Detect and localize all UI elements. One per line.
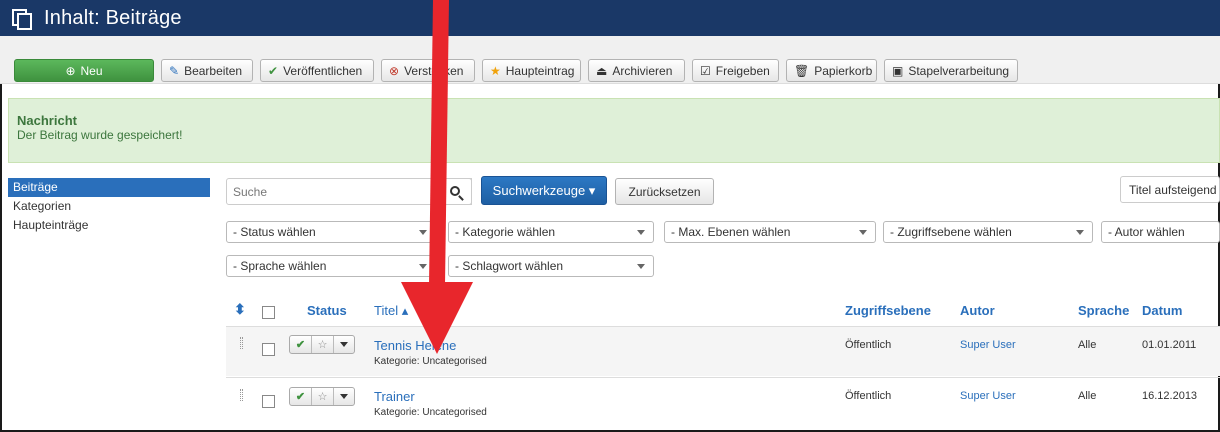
filter-language[interactable]: - Sprache wählen [226, 255, 436, 277]
chevron-down-icon [340, 342, 348, 347]
page-title: Inhalt: Beiträge [44, 6, 182, 29]
check-icon: ✔ [268, 63, 279, 78]
chevron-down-icon [859, 230, 867, 235]
cell-access: Öffentlich [845, 339, 892, 351]
chevron-down-icon [637, 264, 645, 269]
sort-select[interactable]: Titel aufsteigend [1120, 176, 1220, 203]
filter-access[interactable]: - Zugriffsebene wählen [883, 221, 1093, 243]
chevron-down-icon [1076, 230, 1084, 235]
trash-icon: 🗑 [794, 63, 810, 78]
edit-icon: ✎ [169, 63, 180, 78]
remove-circle-icon: ⊗ [389, 63, 400, 78]
column-status[interactable]: Status [307, 303, 347, 318]
page-header: Inhalt: Beiträge [0, 0, 1220, 36]
column-author[interactable]: Autor [960, 303, 995, 318]
article-category: Kategorie: Uncategorised [374, 356, 487, 367]
sidebar-item-categories[interactable]: Kategorien [8, 197, 210, 216]
batch-icon: ▣ [892, 63, 904, 78]
published-toggle[interactable]: ✔ [290, 336, 312, 353]
message-heading: Nachricht [17, 113, 77, 128]
chevron-down-icon [419, 264, 427, 269]
cell-language: Alle [1078, 339, 1097, 351]
column-date[interactable]: Datum [1142, 303, 1182, 318]
chevron-down-icon [340, 394, 348, 399]
article-category: Kategorie: Uncategorised [374, 407, 487, 418]
row-checkbox[interactable] [262, 395, 275, 408]
sort-ordering-icon[interactable]: ⬍ [234, 301, 246, 318]
cell-author-link[interactable]: Super User [960, 339, 1016, 351]
featured-toggle[interactable]: ☆ [312, 336, 334, 353]
column-language[interactable]: Sprache [1078, 303, 1129, 318]
status-dropdown-toggle[interactable] [334, 336, 354, 353]
reset-button[interactable]: Zurücksetzen [615, 178, 714, 205]
checkbox-icon: ☑ [700, 63, 711, 78]
archive-icon: ⏏ [596, 63, 608, 78]
featured-toggle[interactable]: ☆ [312, 388, 334, 405]
system-message: Nachricht Der Beitrag wurde gespeichert! [8, 98, 1220, 163]
status-toggle-group: ✔ ☆ [289, 335, 355, 354]
archive-button[interactable]: ⏏ Archivieren [588, 59, 685, 82]
annotation-arrow-head [401, 282, 473, 354]
search-tools-button[interactable]: Suchwerkzeuge ▾ [481, 176, 607, 205]
edit-button[interactable]: ✎ Bearbeiten [161, 59, 253, 82]
cell-date: 01.01.2011 [1142, 339, 1197, 351]
batch-button[interactable]: ▣ Stapelverarbeitung [884, 59, 1018, 82]
sidebar-item-featured[interactable]: Haupteinträge [8, 216, 210, 235]
filter-max-levels[interactable]: - Max. Ebenen wählen [664, 221, 876, 243]
published-toggle[interactable]: ✔ [290, 388, 312, 405]
cell-author-link[interactable]: Super User [960, 390, 1016, 402]
trash-button[interactable]: 🗑 Papierkorb [786, 59, 877, 82]
drag-handle-icon[interactable] [240, 337, 243, 349]
drag-handle-icon[interactable] [240, 389, 243, 401]
select-all-checkbox[interactable] [262, 306, 275, 319]
status-toggle-group: ✔ ☆ [289, 387, 355, 406]
cell-access: Öffentlich [845, 390, 892, 402]
message-text: Der Beitrag wurde gespeichert! [17, 128, 183, 142]
feature-button[interactable]: ★ Haupteintrag [482, 59, 581, 82]
publish-button[interactable]: ✔ Veröffentlichen [260, 59, 374, 82]
search-icon [450, 185, 460, 196]
filter-category[interactable]: - Kategorie wählen [448, 221, 654, 243]
filter-author[interactable]: - Autor wählen [1101, 221, 1220, 243]
cell-language: Alle [1078, 390, 1097, 402]
plus-circle-icon: ⊕ [65, 63, 76, 78]
article-title-link[interactable]: Trainer [374, 389, 415, 404]
filter-status[interactable]: - Status wählen [226, 221, 436, 243]
chevron-down-icon [419, 230, 427, 235]
row-checkbox[interactable] [262, 343, 275, 356]
cell-date: 16.12.2013 [1142, 390, 1198, 402]
checkin-button[interactable]: ☑ Freigeben [692, 59, 779, 82]
star-icon: ★ [490, 63, 501, 78]
column-access[interactable]: Zugriffsebene [845, 303, 931, 318]
unpublish-button[interactable]: ⊗ Verstecken [381, 59, 475, 82]
sidebar: Beiträge Kategorien Haupteinträge [8, 178, 210, 235]
status-dropdown-toggle[interactable] [334, 388, 354, 405]
filter-tag[interactable]: - Schlagwort wählen [448, 255, 654, 277]
copy-icon [12, 9, 32, 30]
chevron-down-icon [637, 230, 645, 235]
new-button[interactable]: ⊕ Neu [14, 59, 154, 82]
sidebar-item-articles[interactable]: Beiträge [8, 178, 210, 197]
